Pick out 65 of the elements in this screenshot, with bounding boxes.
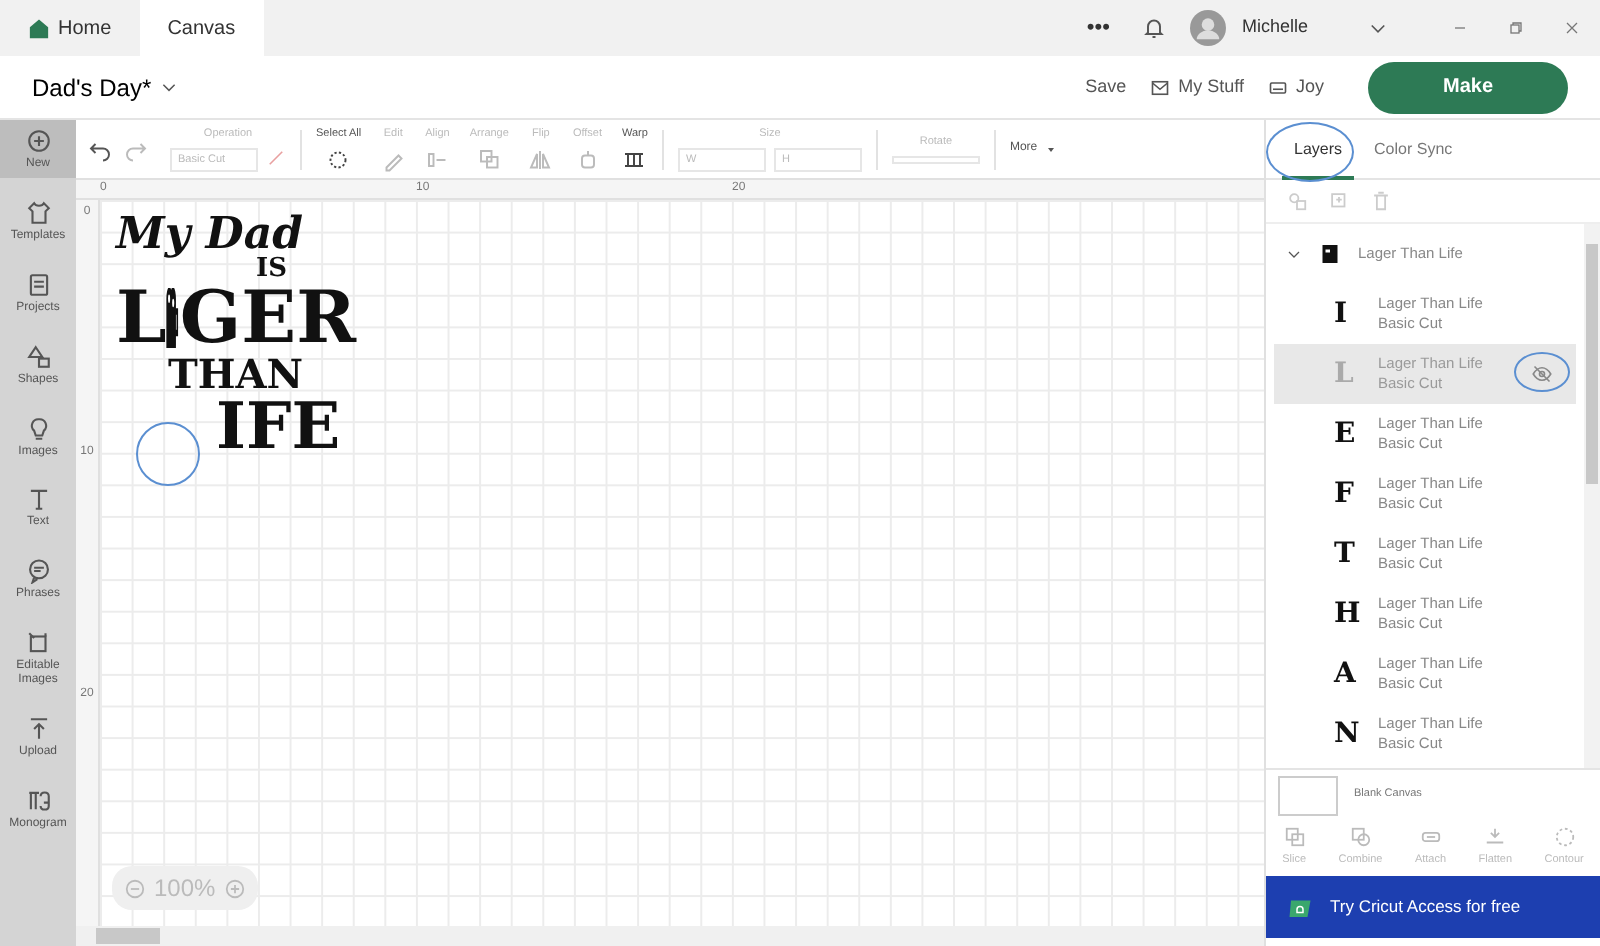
zoom-in-icon[interactable] bbox=[223, 877, 246, 899]
canvas-swatch[interactable] bbox=[1278, 775, 1338, 815]
warp-icon[interactable] bbox=[622, 147, 647, 172]
chevron-down-icon[interactable] bbox=[1286, 246, 1302, 262]
highlight-circle bbox=[1514, 352, 1570, 392]
design-text: IS bbox=[256, 256, 287, 282]
text-icon bbox=[25, 486, 51, 513]
crop-icon bbox=[25, 630, 51, 657]
app-tab[interactable]: Home bbox=[0, 0, 140, 56]
layer-thumbnail: F bbox=[1334, 475, 1356, 513]
duplicate-icon[interactable] bbox=[1328, 190, 1350, 212]
header-link[interactable]: My Stuff bbox=[1138, 73, 1256, 101]
layer-thumbnail: A bbox=[1334, 655, 1358, 693]
close-icon[interactable] bbox=[1564, 20, 1580, 36]
design-text: My Dad bbox=[116, 212, 304, 256]
scrollbar-thumb[interactable] bbox=[96, 928, 160, 944]
header-link[interactable]: Save bbox=[1073, 73, 1139, 101]
monogram-icon bbox=[25, 787, 51, 814]
layer-thumbnail: E bbox=[1334, 415, 1358, 453]
restore-icon[interactable] bbox=[1508, 20, 1524, 36]
cricut-logo-icon bbox=[1286, 895, 1314, 919]
more-menu[interactable]: ••• bbox=[1086, 11, 1110, 45]
highlight-circle bbox=[136, 422, 200, 486]
design-text: GER bbox=[179, 282, 356, 354]
promo-banner[interactable]: Try Cricut Access for free bbox=[1266, 876, 1600, 938]
design-text: L bbox=[116, 282, 167, 354]
header-link[interactable]: Joy bbox=[1255, 73, 1336, 101]
scrollbar-thumb[interactable] bbox=[1586, 244, 1598, 484]
pen-icon bbox=[266, 147, 286, 168]
plus-circle-icon bbox=[25, 128, 51, 154]
mail-icon bbox=[1150, 77, 1171, 97]
combine-icon bbox=[1349, 826, 1372, 849]
eye-slash-icon[interactable] bbox=[1532, 364, 1552, 384]
layer-thumbnail: T bbox=[1334, 535, 1357, 573]
machine-icon bbox=[1267, 77, 1288, 97]
layer-thumbnail: N bbox=[1334, 715, 1362, 753]
caret-down-icon bbox=[1045, 145, 1056, 153]
panel-tab[interactable]: Color Sync bbox=[1362, 119, 1465, 179]
upload-icon bbox=[25, 716, 51, 743]
slice-icon bbox=[1283, 826, 1306, 849]
avatar-icon[interactable] bbox=[1189, 10, 1226, 46]
layer-thumbnail-icon bbox=[1318, 242, 1342, 266]
group-icon[interactable] bbox=[1286, 190, 1308, 212]
home-icon bbox=[28, 17, 50, 39]
clipboard-icon bbox=[25, 271, 51, 298]
flatten-icon bbox=[1484, 826, 1507, 849]
speech-bubble-icon bbox=[25, 558, 51, 585]
layer-thumbnail: I bbox=[1334, 295, 1350, 333]
design-text: THAN bbox=[168, 354, 304, 394]
project-title[interactable]: Dad's Day* bbox=[32, 69, 178, 105]
zoom-out-icon[interactable] bbox=[124, 877, 146, 899]
shirt-icon bbox=[25, 199, 51, 226]
layer-thumbnail: H bbox=[1334, 595, 1363, 633]
app-tab[interactable]: Canvas bbox=[139, 0, 264, 56]
panel-tab[interactable]: Layers bbox=[1282, 119, 1355, 179]
lightbulb-icon bbox=[25, 415, 51, 442]
select-all-icon[interactable] bbox=[326, 147, 351, 172]
user-name[interactable]: Michelle bbox=[1241, 14, 1308, 42]
shapes-icon bbox=[25, 343, 51, 370]
layer-thumbnail: L bbox=[1334, 355, 1356, 393]
trash-icon[interactable] bbox=[1370, 190, 1392, 212]
make-button[interactable]: Make bbox=[1368, 61, 1568, 113]
bell-icon[interactable] bbox=[1141, 16, 1166, 40]
contour-icon bbox=[1553, 826, 1576, 849]
design-text: IFE bbox=[216, 394, 341, 458]
